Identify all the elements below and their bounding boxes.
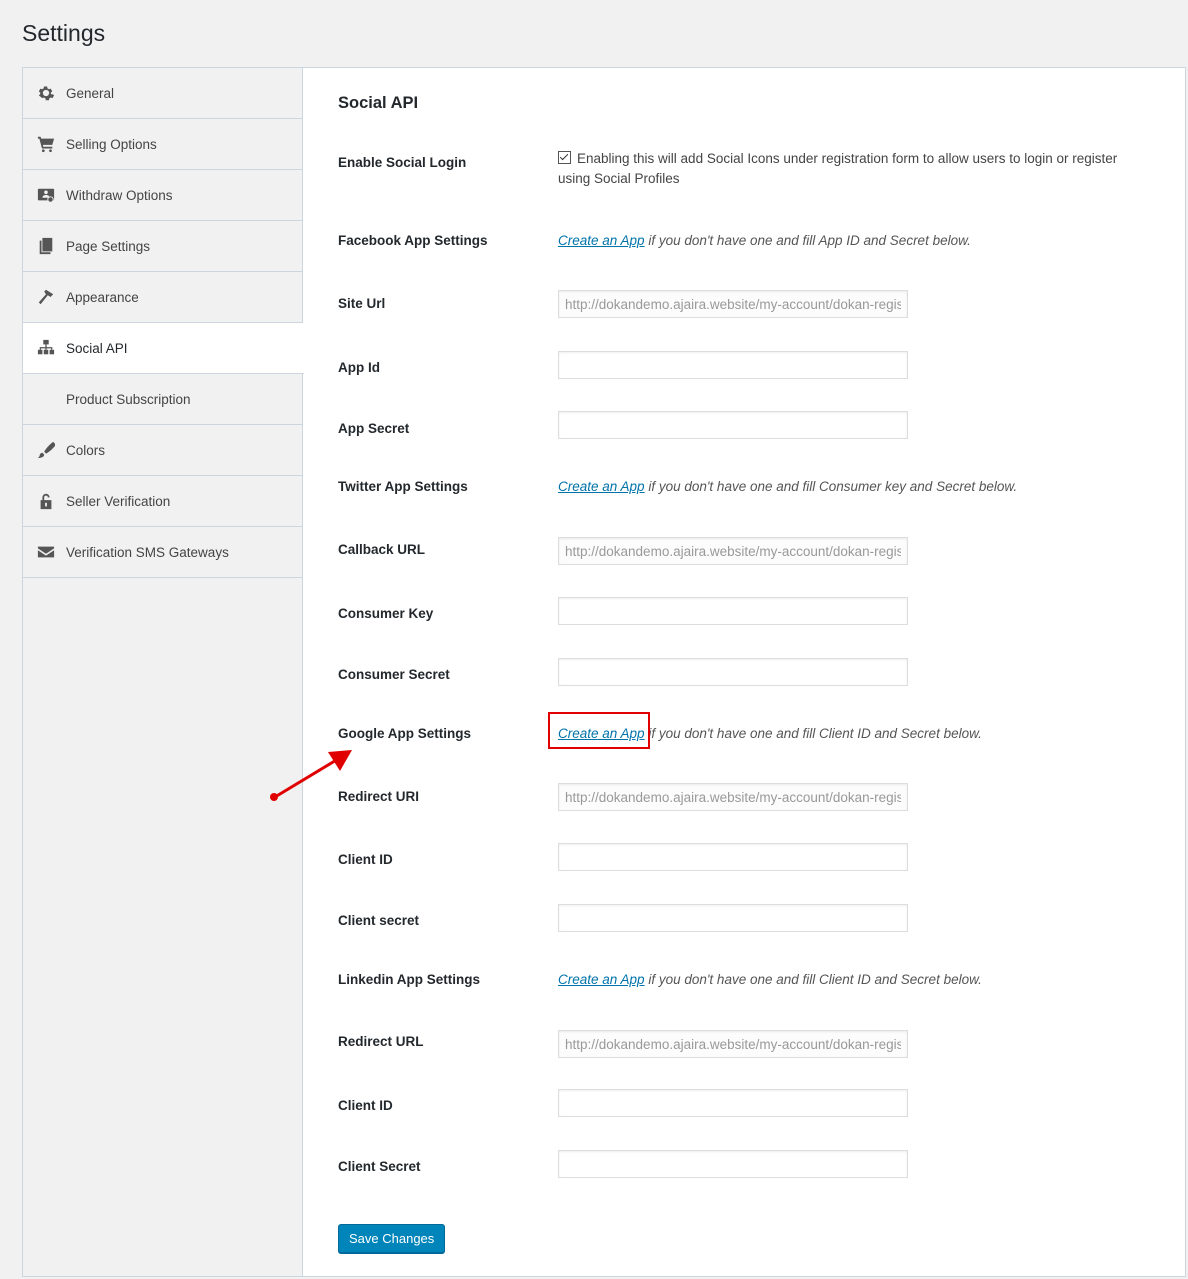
app-id-input[interactable] [558, 351, 908, 379]
sidebar-item-label: Page Settings [66, 238, 151, 254]
pages-icon [36, 236, 56, 256]
twitter-description: Create an App if you don't have one and … [558, 479, 1018, 494]
linkedin-heading: Linkedin App Settings [338, 972, 481, 987]
app-secret-input[interactable] [558, 411, 908, 439]
sidebar-item-label: General [66, 85, 115, 101]
facebook-create-app-link[interactable]: Create an App [558, 233, 645, 248]
settings-sidebar: General Selling Options Withdraw Options… [23, 68, 304, 1276]
site-url-input[interactable] [558, 290, 908, 318]
envelope-icon [36, 542, 56, 562]
social-api-panel: Social API Enable Social Login Enabling … [303, 68, 1185, 1276]
sidebar-item-page-settings[interactable]: Page Settings [23, 221, 302, 272]
google-client-secret-input[interactable] [558, 904, 908, 932]
sidebar-item-selling-options[interactable]: Selling Options [23, 119, 302, 170]
site-url-label: Site Url [338, 296, 386, 311]
linkedin-client-secret-label: Client Secret [338, 1159, 421, 1174]
redirect-url-input[interactable] [558, 1030, 908, 1058]
google-heading: Google App Settings [338, 726, 471, 741]
facebook-heading: Facebook App Settings [338, 233, 488, 248]
sidebar-item-label: Selling Options [66, 136, 157, 152]
network-icon [36, 338, 56, 358]
hammer-icon [36, 287, 56, 307]
sidebar-item-colors[interactable]: Colors [23, 425, 302, 476]
save-changes-button[interactable]: Save Changes [338, 1224, 446, 1253]
callback-url-label: Callback URL [338, 542, 426, 557]
consumer-key-input[interactable] [558, 597, 908, 625]
linkedin-create-app-link[interactable]: Create an App [558, 972, 645, 987]
sidebar-item-label: Verification SMS Gateways [66, 544, 229, 560]
consumer-secret-label: Consumer Secret [338, 667, 450, 682]
google-create-app-link[interactable]: Create an App [558, 726, 645, 741]
redirect-uri-label: Redirect URI [338, 789, 420, 804]
linkedin-client-secret-input[interactable] [558, 1150, 908, 1178]
sidebar-item-label: Withdraw Options [66, 187, 173, 203]
sidebar-item-label: Product Subscription [66, 391, 191, 407]
redirect-url-label: Redirect URL [338, 1034, 424, 1049]
brush-icon [36, 440, 56, 460]
section-title: Social API [338, 94, 419, 112]
google-client-id-label: Client ID [338, 852, 393, 867]
app-id-label: App Id [338, 360, 380, 375]
linkedin-description: Create an App if you don't have one and … [558, 972, 982, 987]
redirect-uri-input[interactable] [558, 783, 908, 811]
sidebar-item-label: Seller Verification [66, 493, 171, 509]
lock-icon [36, 491, 56, 511]
sidebar-item-withdraw-options[interactable]: Withdraw Options [23, 170, 302, 221]
page-title: Settings [22, 20, 106, 46]
twitter-heading: Twitter App Settings [338, 479, 468, 494]
sidebar-item-label: Appearance [66, 289, 139, 305]
google-description: Create an App if you don't have one and … [558, 726, 982, 741]
sidebar-item-seller-verification[interactable]: Seller Verification [23, 476, 302, 527]
sidebar-item-label: Social API [66, 340, 128, 356]
enable-social-login-field: Enabling this will add Social Icons unde… [558, 149, 1135, 189]
gear-icon [36, 83, 56, 103]
cart-icon [36, 134, 56, 154]
facebook-description: Create an App if you don't have one and … [558, 233, 971, 248]
sidebar-item-general[interactable]: General [23, 68, 302, 119]
enable-social-login-text: Enabling this will add Social Icons unde… [577, 151, 1118, 166]
linkedin-client-id-input[interactable] [558, 1089, 908, 1117]
enable-social-login-text-cont: using Social Profiles [558, 171, 680, 186]
callback-url-input[interactable] [558, 537, 908, 565]
sidebar-item-verification-sms-gateways[interactable]: Verification SMS Gateways [23, 527, 302, 578]
sidebar-item-social-api[interactable]: Social API [23, 323, 304, 374]
sidebar-item-appearance[interactable]: Appearance [23, 272, 302, 323]
sidebar-item-label: Colors [66, 442, 106, 458]
settings-container: General Selling Options Withdraw Options… [22, 67, 1186, 1277]
app-secret-label: App Secret [338, 421, 410, 436]
linkedin-client-id-label: Client ID [338, 1098, 393, 1113]
enable-social-login-label: Enable Social Login [338, 155, 467, 170]
google-client-id-input[interactable] [558, 843, 908, 871]
consumer-key-label: Consumer Key [338, 606, 434, 621]
withdraw-icon [36, 185, 56, 205]
sidebar-item-product-subscription[interactable]: Product Subscription [23, 374, 302, 425]
twitter-create-app-link[interactable]: Create an App [558, 479, 645, 494]
google-client-secret-label: Client secret [338, 913, 420, 928]
consumer-secret-input[interactable] [558, 658, 908, 686]
enable-social-login-checkbox[interactable] [558, 151, 571, 164]
